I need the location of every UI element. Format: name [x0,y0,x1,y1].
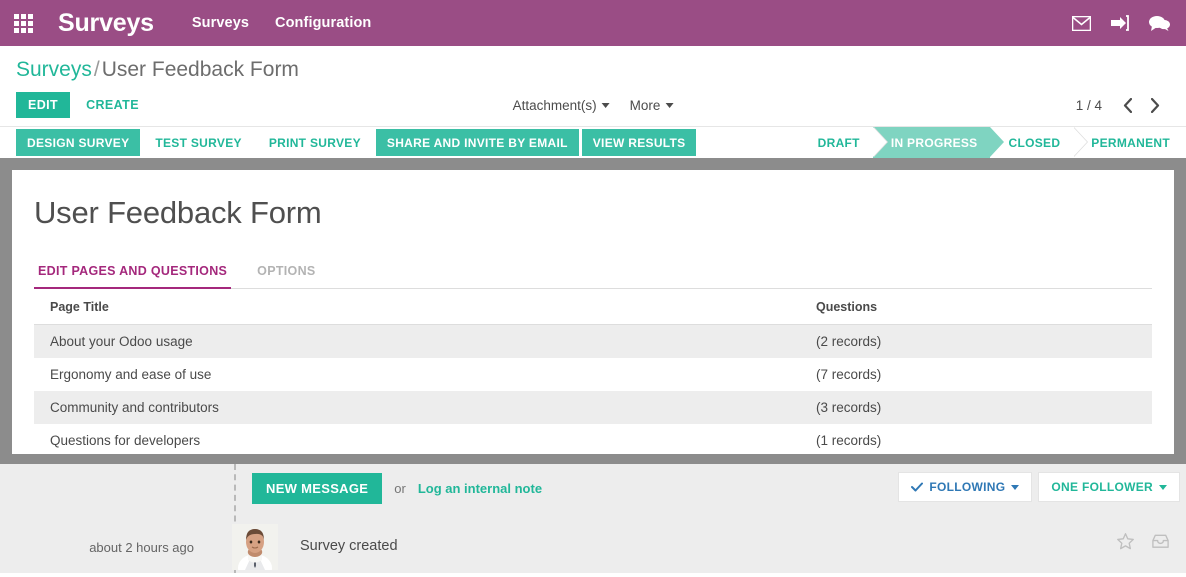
new-message-button[interactable]: NEW MESSAGE [252,472,383,504]
main-menu: Surveys Configuration [192,15,371,31]
status-permanent-label: PERMANENT [1091,135,1170,150]
cell-questions: (7 records) [816,367,882,383]
test-survey-button[interactable]: TEST SURVEY [143,129,253,156]
create-button[interactable]: CREATE [76,92,149,118]
cell-page-title: About your Odoo usage [34,324,800,359]
attachments-label: Attachment(s) [512,97,597,113]
log-internal-note-link[interactable]: Log an internal note [418,481,542,496]
message-timestamp: about 2 hours ago [89,540,194,555]
cell-questions: (2 records) [800,324,1152,359]
table-row[interactable]: About your Odoo usage (2 records) [34,324,1152,359]
pager-next-button[interactable] [1143,96,1168,115]
share-and-invite-by-email-button[interactable]: SHARE AND INVITE BY EMAIL [375,129,579,156]
edit-button[interactable]: EDIT [16,92,71,118]
cell-questions: (1 records) [816,433,882,449]
status-draft[interactable]: DRAFT [803,127,888,158]
menu-item-surveys[interactable]: Surveys [192,15,249,31]
status-arrow-icon [990,127,1005,157]
navbar-system-tray [1071,0,1170,46]
or-label: or [394,480,406,496]
message-body-text: Survey created [300,538,398,554]
status-permanent[interactable]: PERMANENT [1073,127,1186,158]
form-notebook-tabs: EDIT PAGES AND QUESTIONS OPTIONS [34,258,1152,290]
status-arrow-icon [872,127,887,157]
breadcrumb: Surveys/User Feedback Form [16,46,1170,84]
column-header-page-title[interactable]: Page Title [34,289,800,326]
column-header-questions[interactable]: Questions [800,289,1152,326]
sign-in-icon[interactable] [1111,15,1129,31]
view-results-button[interactable]: VIEW RESULTS [581,129,697,156]
action-buttons: DESIGN SURVEY TEST SURVEY PRINT SURVEY S… [16,127,699,158]
control-panel-dropdowns: Attachment(s) More [513,84,674,126]
conversations-icon[interactable] [1149,15,1170,31]
following-label: FOLLOWING [929,480,1006,494]
followers-label: ONE FOLLOWER [1051,480,1153,494]
more-label: More [629,97,661,113]
pager-previous-button[interactable] [1115,96,1140,115]
status-closed-label: CLOSED [1008,135,1061,150]
apps-grid-icon[interactable] [0,0,46,46]
cell-page-title: Community and contributors [34,391,800,425]
form-button-bar: DESIGN SURVEY TEST SURVEY PRINT SURVEY S… [0,127,1186,162]
print-survey-button[interactable]: PRINT SURVEY [257,129,373,156]
follower-controls: FOLLOWING ONE FOLLOWER [898,472,1180,502]
status-draft-label: DRAFT [817,135,860,150]
breadcrumb-current: User Feedback Form [101,58,299,81]
message-content: Survey created [212,524,398,570]
chevron-down-icon [665,102,674,108]
top-navbar: Surveys Surveys Configuration [0,0,1186,46]
cell-questions: (3 records) [800,391,1152,425]
star-icon[interactable] [1116,532,1135,551]
chevron-down-icon [601,102,610,108]
more-dropdown[interactable]: More [630,98,674,113]
following-button[interactable]: FOLLOWING [898,472,1033,502]
app-brand-title[interactable]: Surveys [58,9,154,38]
statusbar: DRAFT IN PROGRESS CLOSED PERMANENT [803,127,1186,158]
status-in-progress-label: IN PROGRESS [890,135,978,150]
cell-page-title: Questions for developers [50,433,201,449]
table-row[interactable]: Community and contributors (3 records) [34,391,1152,425]
status-arrow-icon [1073,127,1088,157]
chevron-down-icon [1011,484,1020,490]
pages-table: Page Title Questions About your Odoo usa… [34,289,1152,454]
breadcrumb-root[interactable]: Surveys [16,58,92,81]
message-item: about 2 hours ago Survey created [0,512,1186,570]
pager: 1 / 4 [1076,84,1170,126]
message-actions [1116,532,1170,551]
pager-value: 1 / 4 [1075,97,1102,113]
chatter-composer-bar: NEW MESSAGE or Log an internal note FOLL… [0,464,1186,512]
mail-icon[interactable] [1071,15,1092,31]
control-panel-actions: EDIT CREATE Attachment(s) More 1 / 4 [16,84,1170,126]
menu-item-configuration[interactable]: Configuration [275,15,371,31]
avatar [232,524,278,570]
inbox-icon[interactable] [1151,532,1170,551]
attachments-dropdown[interactable]: Attachment(s) [513,98,610,113]
table-head: Page Title Questions [34,289,1152,326]
table-body: About your Odoo usage (2 records) Ergono… [34,324,1152,454]
breadcrumb-separator: / [93,58,100,81]
followers-button[interactable]: ONE FOLLOWER [1038,472,1180,502]
tab-options[interactable]: OPTIONS [253,258,319,289]
chevron-down-icon [1159,484,1167,490]
design-survey-button[interactable]: DESIGN SURVEY [16,129,141,156]
table-row[interactable]: Ergonomy and ease of use (7 records) [34,358,1152,391]
table-row[interactable]: Questions for developers (1 records) [34,424,1152,454]
form-sheet: User Feedback Form EDIT PAGES AND QUESTI… [12,170,1174,454]
control-panel: Surveys/User Feedback Form EDIT CREATE A… [0,46,1186,127]
chatter: NEW MESSAGE or Log an internal note FOLL… [0,464,1186,573]
status-in-progress[interactable]: IN PROGRESS [872,127,1005,158]
check-icon [911,482,924,492]
form-sheet-frame: User Feedback Form EDIT PAGES AND QUESTI… [0,162,1186,464]
cell-page-title: Ergonomy and ease of use [50,367,212,383]
page-title: User Feedback Form [34,195,322,230]
tab-edit-pages-and-questions[interactable]: EDIT PAGES AND QUESTIONS [34,258,232,290]
table-header-row: Page Title Questions [34,289,1152,326]
